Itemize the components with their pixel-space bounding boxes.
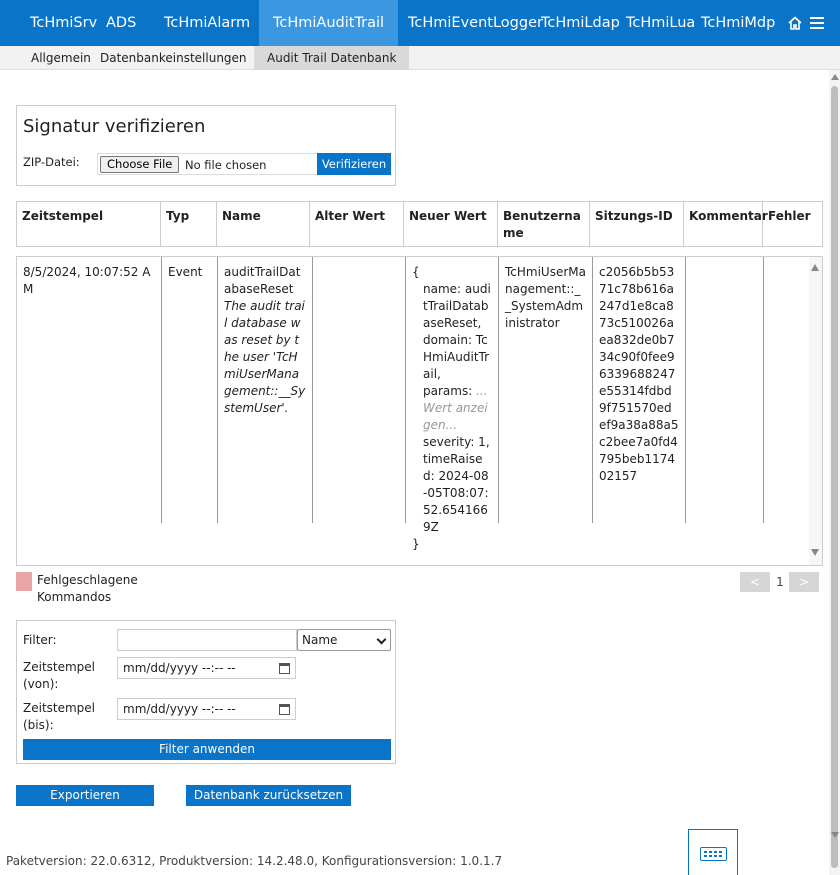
cell-timestamp: 8/5/2024, 10:07:52 AM [17, 257, 162, 523]
table-header: Zeitstempel Typ Name Alter Wert Neuer We… [16, 201, 823, 247]
tab-tchmimdp[interactable]: TcHmiMdp [701, 0, 775, 46]
chevron-down-icon [376, 634, 387, 645]
filter-field-select[interactable]: Name [297, 629, 391, 651]
scroll-up-icon[interactable] [811, 264, 819, 271]
cell-username: TcHmiUserManagement::__SystemAdministrat… [499, 257, 593, 523]
cell-session-id: c2056b5b5371c78b616a247d1e8ca873c510026a… [593, 257, 686, 523]
json-close-brace: } [412, 537, 420, 551]
column-header-session-id[interactable]: Sitzungs-ID [590, 202, 684, 246]
table-scrollbar[interactable] [809, 257, 822, 565]
cell-new-value: { name: auditTrailDatabaseReset, domain:… [406, 257, 499, 551]
page-scrollbar[interactable] [829, 70, 840, 875]
scrollbar-thumb[interactable] [831, 86, 838, 868]
from-label: Zeitstempel (von): [23, 660, 96, 691]
from-placeholder: mm/dd/yyyy --:-- -- [123, 661, 236, 675]
signature-verify-panel: Signatur verifizieren ZIP-Datei: Choose … [16, 105, 396, 186]
json-open-brace: { [412, 265, 420, 279]
column-header-new-value[interactable]: Neuer Wert [404, 202, 498, 246]
tab-tchmilua[interactable]: TcHmiLua [626, 0, 695, 46]
json-severity-line: severity: 1, [423, 435, 490, 449]
legend-swatch [16, 572, 32, 591]
verify-button[interactable]: Verifizieren [317, 153, 391, 175]
event-name: auditTrailDatabaseReset [224, 265, 301, 296]
to-placeholder: mm/dd/yyyy --:-- -- [123, 702, 236, 716]
column-header-old-value[interactable]: Alter Wert [310, 202, 404, 246]
column-header-timestamp[interactable]: Zeitstempel [17, 202, 161, 246]
keyboard-icon [700, 847, 727, 861]
filter-label: Filter: [23, 633, 57, 647]
pager-next-button[interactable]: > [789, 572, 819, 592]
hamburger-menu-icon[interactable] [810, 17, 824, 29]
column-header-error[interactable]: Fehler [763, 202, 822, 246]
json-body: name: auditTrailDatabaseReset, domain: T… [412, 281, 492, 536]
json-params-key: params: [423, 384, 473, 398]
json-domain-line: domain: TcHmiAuditTrail, [423, 333, 490, 381]
choose-file-button[interactable]: Choose File [100, 156, 180, 173]
cell-type: Event [162, 257, 218, 523]
column-header-type[interactable]: Typ [161, 202, 217, 246]
column-header-name[interactable]: Name [217, 202, 310, 246]
top-navigation: TcHmiSrv ADS TcHmiAlarm TcHmiAuditTrail … [0, 0, 840, 46]
apply-filter-button[interactable]: Filter anwenden [23, 739, 391, 760]
export-button[interactable]: Exportieren [16, 785, 154, 806]
keyboard-toggle-button[interactable] [688, 829, 738, 875]
cell-name: auditTrailDatabaseReset The audit trail … [218, 257, 313, 523]
tab-tchmieventlogger[interactable]: TcHmiEventLogger [408, 0, 543, 46]
tab-tchmialarm[interactable]: TcHmiAlarm [164, 0, 250, 46]
pager-current-page: 1 [776, 575, 784, 589]
column-header-username[interactable]: Benutzername [498, 202, 590, 246]
zip-file-input[interactable]: Choose File No file chosen [97, 153, 318, 175]
scroll-down-icon[interactable] [831, 832, 839, 838]
subtab-allgemein[interactable]: Allgemein [31, 46, 91, 70]
cell-error [764, 257, 809, 523]
no-file-text: No file chosen [185, 158, 267, 172]
scroll-up-icon[interactable] [831, 74, 839, 80]
to-datetime-input[interactable]: mm/dd/yyyy --:-- -- [117, 698, 296, 720]
json-timeraised-line: timeRaised: 2024-08-05T08:07:52.6541669Z [423, 452, 489, 534]
tab-ads[interactable]: ADS [106, 0, 136, 46]
reset-database-button[interactable]: Datenbank zurücksetzen [186, 785, 351, 806]
calendar-icon[interactable] [279, 663, 290, 674]
calendar-icon[interactable] [279, 704, 290, 715]
version-footer: Paketversion: 22.0.6312, Produktversion:… [6, 854, 503, 868]
signature-title: Signatur verifizieren [23, 116, 206, 137]
column-header-comment[interactable]: Kommentar [684, 202, 768, 246]
tab-tchmildap[interactable]: TcHmiLdap [541, 0, 620, 46]
to-label: Zeitstempel (bis): [23, 701, 96, 732]
json-params-line: params: ...Wert anzeigen... [423, 383, 492, 434]
event-description: The audit trail database was reset by th… [224, 299, 306, 415]
zip-file-label: ZIP-Datei: [23, 155, 80, 169]
sub-navigation: Allgemein Datenbankeinstellungen Audit T… [0, 46, 840, 70]
subtab-audit-trail-datenbank[interactable]: Audit Trail Datenbank [254, 46, 410, 70]
table-body[interactable]: 8/5/2024, 10:07:52 AM Event auditTrailDa… [16, 256, 823, 566]
json-name-line: name: auditTrailDatabaseReset, [423, 282, 491, 330]
subtab-datenbankeinstellungen[interactable]: Datenbankeinstellungen [100, 46, 247, 70]
filter-field-value: Name [302, 633, 338, 647]
tab-tchmiaudittrail[interactable]: TcHmiAuditTrail [259, 0, 399, 46]
home-icon[interactable] [787, 15, 803, 31]
pager-prev-button[interactable]: < [740, 572, 770, 592]
cell-old-value [313, 257, 406, 523]
filter-input[interactable] [117, 629, 297, 651]
tab-tchmisrv[interactable]: TcHmiSrv [30, 0, 97, 46]
legend-label: Fehlgeschlagene Kommandos [37, 573, 138, 604]
from-datetime-input[interactable]: mm/dd/yyyy --:-- -- [117, 657, 296, 679]
scroll-down-icon[interactable] [811, 549, 819, 556]
filter-panel: Filter: Name Zeitstempel (von): mm/dd/yy… [16, 620, 396, 764]
cell-comment [686, 257, 764, 523]
